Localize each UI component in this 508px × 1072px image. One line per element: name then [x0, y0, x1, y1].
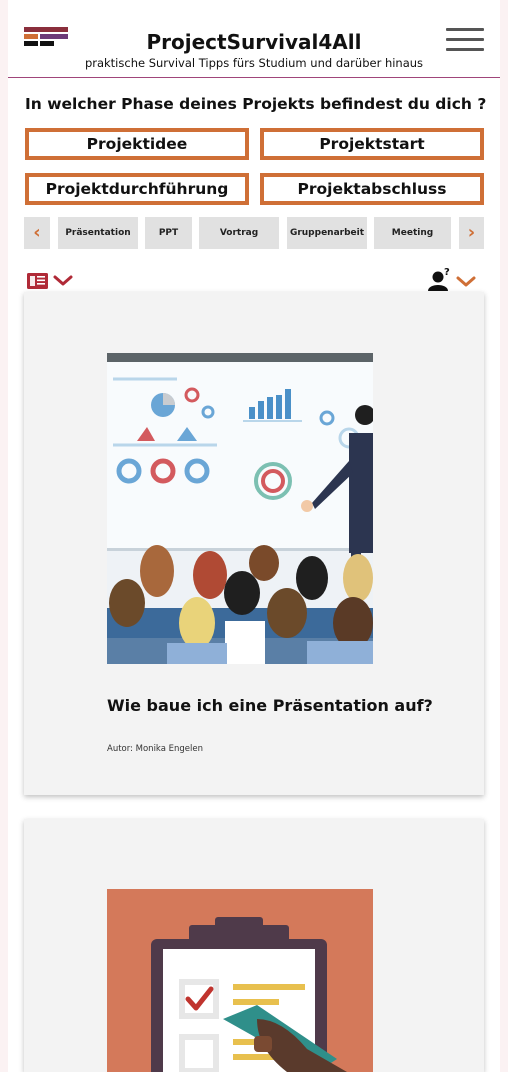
article-author: Autor: Monika Engelen [107, 744, 203, 754]
author-filter[interactable]: ? [426, 266, 482, 292]
tag-ppt[interactable]: PPT [145, 217, 192, 249]
phase-button-projektdurchfuehrung[interactable]: Projektdurchführung [25, 173, 249, 205]
article-title[interactable]: Wie baue ich eine Präsentation auf? [107, 696, 433, 715]
site-title[interactable]: ProjectSurvival4All [8, 30, 500, 54]
user-question-icon: ? [428, 267, 476, 291]
checklist-illustration [107, 889, 373, 1072]
article-card[interactable]: Wie baue ich eine Präsentation auf? Auto… [24, 292, 484, 795]
presentation-illustration [107, 353, 373, 664]
article-card[interactable] [24, 819, 484, 1072]
chevron-right-icon[interactable]: › [459, 217, 484, 249]
tag-carousel: ‹ Präsentation PPT Vortrag Gruppenarbeit… [24, 217, 484, 249]
phase-button-projektidee[interactable]: Projektidee [25, 128, 249, 160]
page: ProjectSurvival4All praktische Survival … [8, 0, 500, 1072]
site-subtitle: praktische Survival Tipps fürs Studium u… [84, 56, 424, 70]
tag-vortrag[interactable]: Vortrag [199, 217, 279, 249]
hamburger-icon[interactable] [446, 28, 484, 52]
category-filter[interactable] [26, 270, 78, 290]
phase-button-projektabschluss[interactable]: Projektabschluss [260, 173, 484, 205]
tag-praesentation[interactable]: Präsentation [58, 217, 138, 249]
phase-question: In welcher Phase deines Projekts befinde… [25, 95, 487, 113]
site-header: ProjectSurvival4All praktische Survival … [8, 0, 500, 78]
tag-gruppenarbeit[interactable]: Gruppenarbeit [287, 217, 367, 249]
chevron-left-icon[interactable]: ‹ [24, 217, 50, 249]
phase-button-projektstart[interactable]: Projektstart [260, 128, 484, 160]
tag-meeting[interactable]: Meeting [374, 217, 451, 249]
document-list-icon [27, 273, 73, 289]
svg-text:?: ? [444, 267, 450, 278]
